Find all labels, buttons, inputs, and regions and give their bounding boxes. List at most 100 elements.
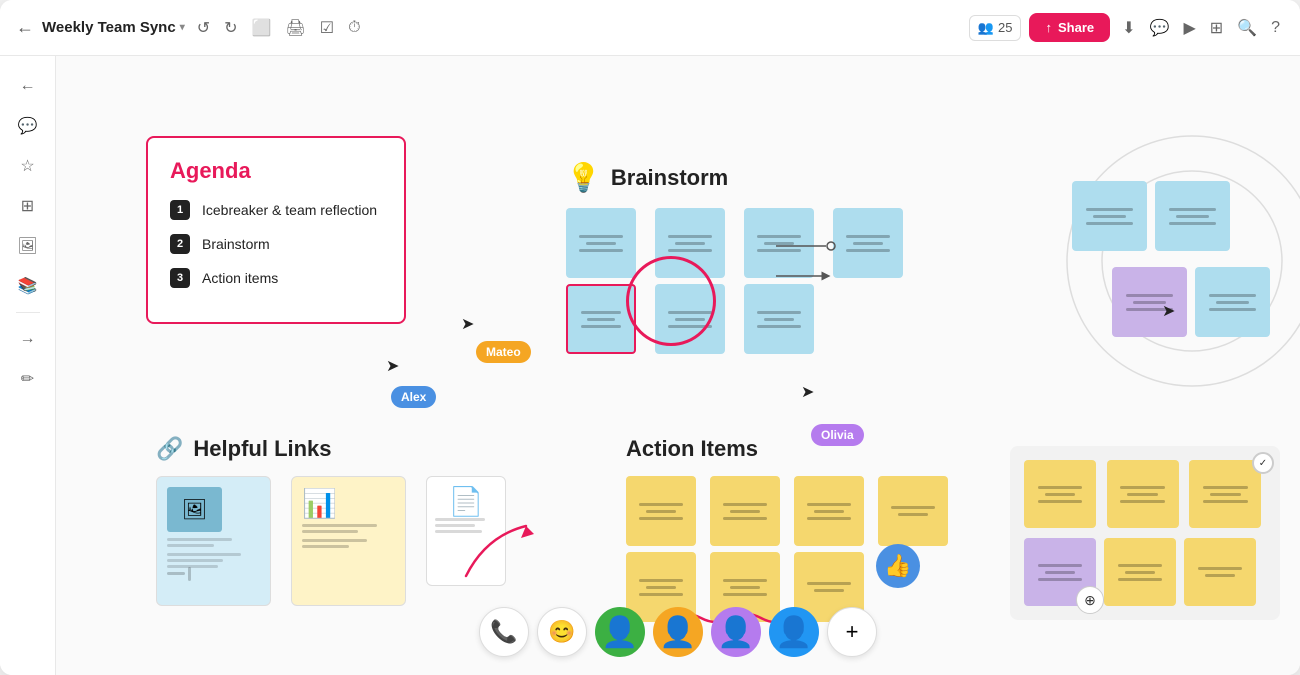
cursor-grace-arrow: ➤ xyxy=(1162,301,1175,321)
download-icon[interactable]: ⬇ xyxy=(1118,14,1139,42)
cursor-alex-arrow: ➤ xyxy=(386,356,399,376)
agenda-item-2-text: Brainstorm xyxy=(202,236,270,252)
agenda-num-1: 1 xyxy=(170,200,190,220)
right-panel: ✓ ⊕ xyxy=(1010,446,1280,620)
right-panel-row2: ⊕ xyxy=(1024,538,1266,606)
sidebar-star-icon[interactable]: ☆ xyxy=(10,148,46,184)
corner-row-1 xyxy=(1072,181,1270,251)
circle-highlight xyxy=(626,256,716,346)
share-button[interactable]: ↑ Share xyxy=(1029,13,1110,42)
action-sticky-y2[interactable] xyxy=(710,476,780,546)
sidebar-pen-icon[interactable]: ✏ xyxy=(10,361,46,397)
corner-sticky-grid xyxy=(1052,131,1270,337)
arrow-curve-svg xyxy=(456,516,556,596)
corner-sticky-3[interactable] xyxy=(1195,267,1270,337)
redo-icon[interactable]: ↻ xyxy=(220,14,241,42)
agenda-num-3: 3 xyxy=(170,268,190,288)
zoom-badge[interactable]: ⊕ xyxy=(1076,586,1104,614)
topbar-right: 👥 25 ↑ Share ⬇ 💬 ▶ ⊞ 🔍 ? xyxy=(969,13,1284,42)
rp-sticky-y1[interactable] xyxy=(1024,460,1096,528)
link-card-2[interactable]: 📊 xyxy=(291,476,406,606)
help-icon[interactable]: ? xyxy=(1267,15,1284,41)
rp-sticky-y3[interactable] xyxy=(1189,460,1261,528)
sidebar: ← 💬 ☆ ⊞ 🖼 📚 → ✏ xyxy=(0,56,56,675)
link-card-2-chart-icon: 📊 xyxy=(302,487,395,520)
cursor-olivia-arrow: ➤ xyxy=(801,382,814,402)
agenda-item-1-text: Icebreaker & team reflection xyxy=(202,202,377,218)
sidebar-grid-icon[interactable]: ⊞ xyxy=(10,188,46,224)
grid-view-icon[interactable]: ⊞ xyxy=(1206,14,1227,42)
main-area: ← 💬 ☆ ⊞ 🖼 📚 → ✏ Agenda 1 Icebreaker & te… xyxy=(0,56,1300,675)
canvas[interactable]: Agenda 1 Icebreaker & team reflection 2 … xyxy=(56,56,1300,675)
print-icon[interactable]: 🖨 xyxy=(281,14,309,42)
corner-sticky-purple[interactable] xyxy=(1112,267,1187,337)
agenda-item-2: 2 Brainstorm xyxy=(170,234,382,254)
rp-sticky-y4[interactable] xyxy=(1104,538,1176,606)
user-count: 👥 25 xyxy=(969,15,1022,41)
agenda-item-1: 1 Icebreaker & team reflection xyxy=(170,200,382,220)
cursor-mateo-arrow: ➤ xyxy=(461,314,474,334)
sticky-note-b1[interactable] xyxy=(566,208,636,278)
lightbulb-icon: 💡 xyxy=(566,161,601,194)
rp-sticky-y5[interactable] xyxy=(1184,538,1256,606)
cursor-label-alex: Alex xyxy=(391,386,436,408)
action-sticky-y4[interactable] xyxy=(878,476,948,546)
app-title: Weekly Team Sync ▾ xyxy=(42,19,185,36)
timer-icon[interactable]: ⏱ xyxy=(344,15,364,41)
link-card-1[interactable]: 🖼 xyxy=(156,476,271,606)
corner-sticky-2[interactable] xyxy=(1155,181,1230,251)
topbar-left: ← Weekly Team Sync ▾ ↺ ↻ ⬜ 🖨 ☑ ⏱ xyxy=(16,14,957,42)
checklist-icon[interactable]: ☑ xyxy=(316,14,338,42)
helpful-links-header: 🔗 Helpful Links xyxy=(156,436,516,462)
topbar-tools: ↺ ↻ ⬜ 🖨 ☑ ⏱ xyxy=(193,14,365,42)
sidebar-image-icon[interactable]: 🖼 xyxy=(10,228,46,264)
back-icon[interactable]: ← xyxy=(16,17,34,38)
avatar-orange[interactable]: 👤 xyxy=(653,607,703,657)
link-card-2-body: 📊 xyxy=(292,477,405,605)
check-badge: ✓ xyxy=(1252,452,1274,474)
avatar-green[interactable]: 👤 xyxy=(595,607,645,657)
bottom-toolbar: 📞 😊 👤 👤 👤 👤 + xyxy=(479,607,877,657)
agenda-item-3: 3 Action items xyxy=(170,268,382,288)
topbar: ← Weekly Team Sync ▾ ↺ ↻ ⬜ 🖨 ☑ ⏱ 👥 25 ↑ … xyxy=(0,0,1300,56)
rp-sticky-y2[interactable] xyxy=(1107,460,1179,528)
title-dropdown-arrow[interactable]: ▾ xyxy=(180,22,185,33)
avatar-purple[interactable]: 👤 xyxy=(711,607,761,657)
zoom-icon[interactable]: 🔍 xyxy=(1233,14,1261,42)
share-icon: ↑ xyxy=(1045,20,1052,35)
add-participant-button[interactable]: + xyxy=(827,607,877,657)
comment-icon[interactable]: 💬 xyxy=(1146,14,1174,42)
phone-button[interactable]: 📞 xyxy=(479,607,529,657)
sidebar-divider xyxy=(16,312,40,313)
sidebar-back-icon[interactable]: ← xyxy=(10,68,46,104)
title-text: Weekly Team Sync xyxy=(42,19,176,36)
sidebar-comment-icon[interactable]: 💬 xyxy=(10,108,46,144)
connector-svg xyxy=(776,216,856,296)
share-label: Share xyxy=(1058,20,1094,35)
brainstorm-section: 💡 Brainstorm xyxy=(566,161,916,354)
rp-sticky-wrapper: ✓ xyxy=(1189,460,1266,528)
sidebar-library-icon[interactable]: 📚 xyxy=(10,268,46,304)
action-items-section: Action Items xyxy=(626,436,956,622)
corner-stickies-area: ➤ ⭐ Grace xyxy=(1052,131,1270,337)
cursor-label-mateo: Mateo xyxy=(476,341,531,363)
helpful-links-title: Helpful Links xyxy=(193,436,331,462)
link-card-1-body: 🖼 xyxy=(157,477,270,605)
action-sticky-y3[interactable] xyxy=(794,476,864,546)
corner-sticky-1[interactable] xyxy=(1072,181,1147,251)
present-icon[interactable]: ▶ xyxy=(1179,14,1199,42)
people-icon: 👥 xyxy=(978,20,994,36)
frame-icon[interactable]: ⬜ xyxy=(248,14,276,42)
rp-sticky-purple[interactable]: ⊕ xyxy=(1024,538,1096,606)
thumbs-up-reaction[interactable]: 👍 xyxy=(876,544,920,588)
brainstorm-sticky-grid xyxy=(566,208,916,354)
undo-icon[interactable]: ↺ xyxy=(193,14,214,42)
action-items-title: Action Items xyxy=(626,436,758,462)
sidebar-export-icon[interactable]: → xyxy=(10,321,46,357)
brainstorm-title: Brainstorm xyxy=(611,165,728,191)
right-panel-grid: ✓ xyxy=(1024,460,1266,528)
emoji-button[interactable]: 😊 xyxy=(537,607,587,657)
brainstorm-header: 💡 Brainstorm xyxy=(566,161,916,194)
avatar-blue[interactable]: 👤 xyxy=(769,607,819,657)
action-sticky-y1[interactable] xyxy=(626,476,696,546)
